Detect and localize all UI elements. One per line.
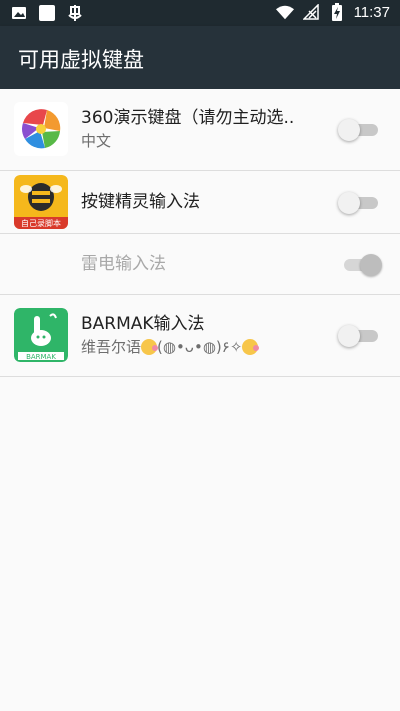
anjian-jingling-icon: 自己录脚本 <box>14 175 68 229</box>
anjian-icon-caption: 自己录脚本 <box>21 218 61 228</box>
keyboard-item-360[interactable]: 360演示键盘（请勿主动选.. 中文 <box>0 89 400 171</box>
status-bar: 11:37 <box>0 0 400 26</box>
keyboard-toggle[interactable] <box>338 325 378 347</box>
keyboard-title: BARMAK输入法 <box>81 314 205 334</box>
status-left-icons <box>10 4 84 22</box>
keyboard-title: 按键精灵输入法 <box>81 192 200 212</box>
wifi-icon <box>275 3 294 21</box>
toggle-thumb <box>338 192 360 214</box>
keyboard-item-text: BARMAK输入法 维吾尔语 (◍•ᴗ•◍)۶✧ <box>81 313 321 357</box>
image-icon <box>10 4 28 22</box>
360-keyboard-icon <box>14 102 68 156</box>
barmak-icon-caption: BARMAK <box>26 353 56 361</box>
keyboard-list: 360演示键盘（请勿主动选.. 中文 自己录脚本 按键精灵输入法 雷电输入法 B… <box>0 89 400 377</box>
keyboard-title: 360演示键盘（请勿主动选.. <box>81 108 295 128</box>
toggle-thumb <box>338 325 360 347</box>
kissing-face-icon <box>242 339 260 355</box>
battery-charging-icon <box>328 3 346 21</box>
keyboard-item-text: 360演示键盘（请勿主动选.. 中文 <box>81 107 321 151</box>
keyboard-toggle <box>342 254 382 276</box>
keyboard-subtitle: 中文 <box>81 132 112 150</box>
subtitle-language: 维吾尔语 <box>81 338 142 356</box>
keyboard-toggle[interactable] <box>338 192 378 214</box>
status-time: 11:37 <box>353 3 390 21</box>
status-right-icons: 11:37 <box>275 3 390 21</box>
keyboard-item-anjian[interactable]: 自己录脚本 按键精灵输入法 <box>0 171 400 234</box>
subtitle-kaomoji: (◍•ᴗ•◍)۶✧ <box>157 338 243 356</box>
toggle-thumb <box>338 119 360 141</box>
keyboard-title: 雷电输入法 <box>81 254 166 274</box>
keyboard-item-text: 按键精灵输入法 <box>81 191 321 213</box>
barmak-icon: BARMAK <box>14 308 68 362</box>
no-signal-icon <box>302 3 320 21</box>
kissing-face-icon <box>141 339 159 355</box>
square-icon <box>38 4 56 22</box>
keyboard-item-text: 雷电输入法 <box>81 253 321 275</box>
keyboard-item-leidian: 雷电输入法 <box>0 234 400 295</box>
page-title: 可用虚拟键盘 <box>18 48 144 72</box>
keyboard-item-barmak[interactable]: BARMAK BARMAK输入法 维吾尔语 (◍•ᴗ•◍)۶✧ <box>0 295 400 377</box>
keyboard-toggle[interactable] <box>338 119 378 141</box>
app-bar: 可用虚拟键盘 <box>0 26 400 89</box>
keyboard-subtitle: 维吾尔语 (◍•ᴗ•◍)۶✧ <box>81 337 321 357</box>
bug-icon <box>66 4 84 22</box>
toggle-thumb <box>360 254 382 276</box>
